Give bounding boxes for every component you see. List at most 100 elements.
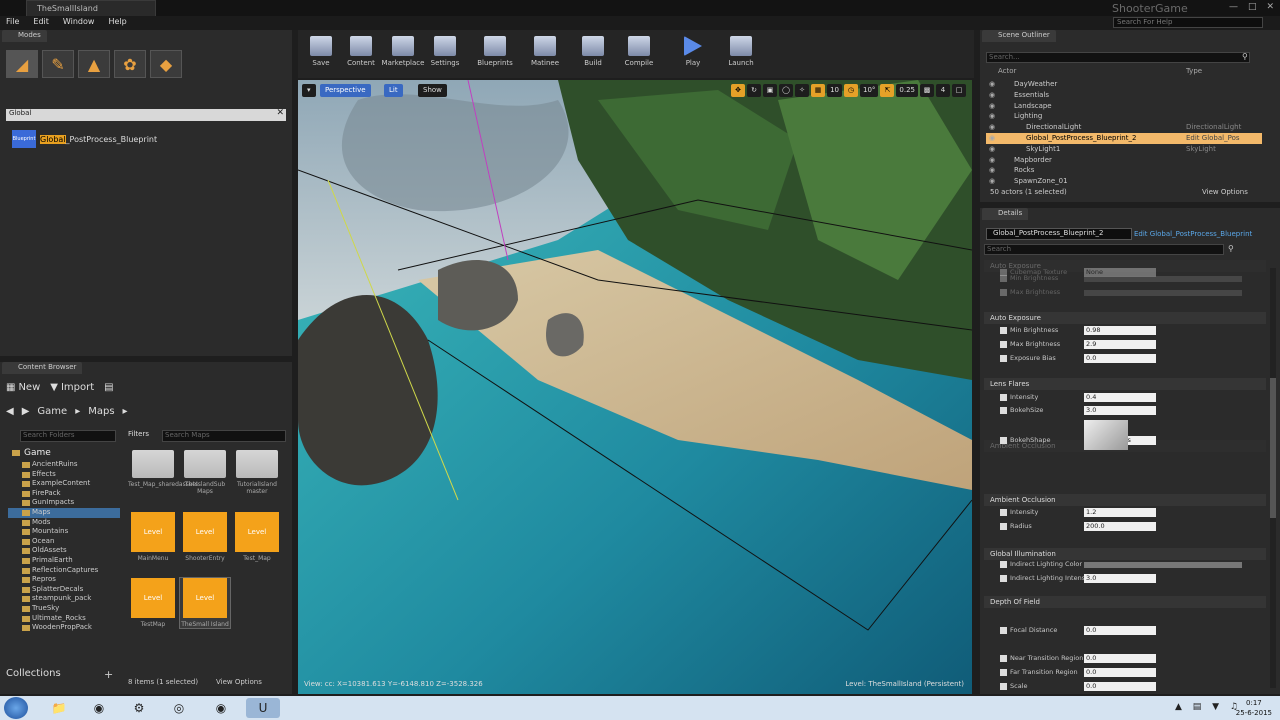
grid-snap-icon[interactable]: ▦ — [811, 84, 826, 97]
unreal-icon[interactable]: U — [246, 698, 280, 718]
details-section-header[interactable]: Lens Flares — [984, 378, 1266, 390]
paint-mode-icon[interactable]: ✎ — [42, 50, 74, 78]
content-button[interactable]: Content — [338, 36, 384, 67]
details-scrollbar[interactable] — [1270, 268, 1276, 688]
folder-item[interactable]: Ocean — [8, 537, 120, 547]
folder-item[interactable]: OldAssets — [8, 546, 120, 556]
clock[interactable]: 0:17 25-6-2015 — [1236, 698, 1272, 718]
property-value-input[interactable]: 0.0 — [1084, 626, 1156, 635]
place-mode-icon[interactable]: ◢ — [6, 50, 38, 78]
mode-result-item[interactable]: Blueprint Global_PostProcess_Blueprint — [12, 130, 157, 148]
folder-item[interactable]: Ultimate_Rocks — [8, 614, 120, 624]
back-icon[interactable]: ◀ — [6, 406, 14, 417]
compile-button[interactable]: Compile — [616, 36, 662, 67]
visibility-eye-icon[interactable]: ◉ — [989, 156, 995, 164]
visibility-eye-icon[interactable]: ◉ — [989, 112, 995, 120]
blueprints-button[interactable]: Blueprints — [472, 36, 518, 67]
tab-scene-outliner[interactable]: Scene Outliner — [982, 30, 1056, 42]
level-asset[interactable]: Level ShooterEntry — [180, 512, 230, 562]
search-folders-input[interactable]: Search Folders — [20, 430, 116, 442]
tool-icon[interactable]: ⚙ — [122, 698, 156, 718]
override-checkbox[interactable] — [1000, 668, 1007, 676]
scale-icon[interactable]: ▣ — [763, 84, 778, 97]
property-value-input[interactable]: 200.0 — [1084, 522, 1156, 531]
obs-icon[interactable]: ◉ — [204, 698, 238, 718]
property-value-input[interactable]: 0.98 — [1084, 326, 1156, 335]
folder-asset[interactable]: TheIslandSub Maps — [180, 450, 230, 495]
folder-item[interactable]: steampunk_pack — [8, 594, 120, 604]
level-asset[interactable]: Level Test_Map — [232, 512, 282, 562]
property-value-input[interactable]: 3.0 — [1084, 574, 1156, 583]
grid-snap-value[interactable]: 10 — [827, 84, 842, 97]
folder-item[interactable]: WoodenPropPack — [8, 623, 120, 633]
close-icon[interactable]: ✕ — [1266, 2, 1274, 12]
folder-item[interactable]: Game — [8, 448, 120, 460]
menu-window[interactable]: Window — [63, 17, 95, 30]
folder-item[interactable]: TrueSky — [8, 604, 120, 614]
geometry-mode-icon[interactable]: ◆ — [150, 50, 182, 78]
outliner-row[interactable]: ◉ Landscape — [986, 101, 1262, 112]
camera-speed-icon[interactable]: ▩ — [920, 84, 934, 97]
rotate-icon[interactable]: ↻ — [747, 84, 762, 97]
override-checkbox[interactable] — [1000, 340, 1007, 348]
foliage-mode-icon[interactable]: ✿ — [114, 50, 146, 78]
folder-asset[interactable]: Test_Map_sharedassets — [128, 450, 198, 488]
add-collection-icon[interactable]: + — [104, 668, 113, 681]
outliner-row[interactable]: ◉ DirectionalLight DirectionalLight — [986, 122, 1262, 133]
visibility-eye-icon[interactable]: ◉ — [989, 145, 995, 153]
rotation-snap-value[interactable]: 10° — [859, 84, 879, 97]
color-bar[interactable] — [1084, 276, 1242, 282]
chrome-icon[interactable]: ◉ — [82, 698, 116, 718]
clear-icon[interactable]: ✕ — [276, 108, 284, 118]
steam-icon[interactable]: ◎ — [162, 698, 196, 718]
scale-snap-icon[interactable]: ⇱ — [880, 84, 895, 97]
property-value-input[interactable]: 3.0 — [1084, 406, 1156, 415]
visibility-eye-icon[interactable]: ◉ — [989, 102, 995, 110]
column-actor[interactable]: Actor — [998, 67, 1186, 77]
outliner-row[interactable]: ◉ Lighting — [986, 111, 1262, 122]
override-checkbox[interactable] — [1000, 682, 1007, 690]
rotation-snap-icon[interactable]: ◷ — [843, 84, 858, 97]
scale-snap-value[interactable]: 0.25 — [896, 84, 918, 97]
folder-item[interactable]: SplatterDecals — [8, 585, 120, 595]
perspective-button[interactable]: Perspective — [320, 84, 371, 97]
matinee-button[interactable]: Matinee — [522, 36, 568, 67]
start-button[interactable] — [4, 697, 28, 719]
override-checkbox[interactable] — [1000, 436, 1007, 444]
override-checkbox[interactable] — [1000, 406, 1007, 414]
camera-speed-value[interactable]: 4 — [936, 84, 950, 97]
system-tray[interactable]: ▲ ▤ ▼ ♫ — [1175, 702, 1242, 712]
outliner-row[interactable]: ◉ DayWeather — [986, 79, 1262, 90]
visibility-eye-icon[interactable]: ◉ — [989, 80, 995, 88]
maximize-icon[interactable]: □ — [1248, 2, 1257, 12]
bokeh-shape-thumbnail[interactable] — [1084, 420, 1128, 450]
landscape-mode-icon[interactable]: ▲ — [78, 50, 110, 78]
override-checkbox[interactable] — [1000, 522, 1007, 530]
import-button[interactable]: ▼ Import — [50, 382, 94, 393]
property-value-input[interactable]: 0.0 — [1084, 682, 1156, 691]
folder-item[interactable]: Repros — [8, 575, 120, 585]
search-maps-input[interactable]: Search Maps — [162, 430, 286, 442]
outliner-row[interactable]: ◉ Mapborder — [986, 155, 1262, 166]
window-tab[interactable]: TheSmallIsland — [26, 0, 156, 16]
override-checkbox[interactable] — [1000, 326, 1007, 334]
translate-icon[interactable]: ✥ — [731, 84, 746, 97]
tab-content-browser[interactable]: Content Browser — [2, 362, 83, 374]
save-all-icon[interactable]: ▤ — [104, 382, 113, 393]
outliner-row[interactable]: ◉ Global_PostProcess_Blueprint_2 Edit Glob… — [986, 132, 1262, 144]
settings-button[interactable]: Settings — [422, 36, 468, 67]
visibility-eye-icon[interactable]: ◉ — [989, 166, 995, 174]
details-section-header[interactable]: Global Illumination — [984, 548, 1266, 560]
world-space-icon[interactable]: ◯ — [779, 84, 794, 97]
visibility-eye-icon[interactable]: ◉ — [989, 134, 995, 142]
color-bar[interactable] — [1084, 562, 1242, 568]
folder-item[interactable]: Mountains — [8, 527, 120, 537]
override-checkbox[interactable] — [1000, 574, 1007, 582]
folder-item[interactable]: Maps — [8, 507, 120, 518]
folder-item[interactable]: PrimalEarth — [8, 556, 120, 566]
folder-item[interactable]: GunImpacts — [8, 498, 120, 508]
folder-item[interactable]: ReflectionCaptures — [8, 566, 120, 576]
override-checkbox[interactable] — [1000, 560, 1007, 568]
override-checkbox[interactable] — [1000, 654, 1007, 662]
property-value-input[interactable]: 0.0 — [1084, 654, 1156, 663]
